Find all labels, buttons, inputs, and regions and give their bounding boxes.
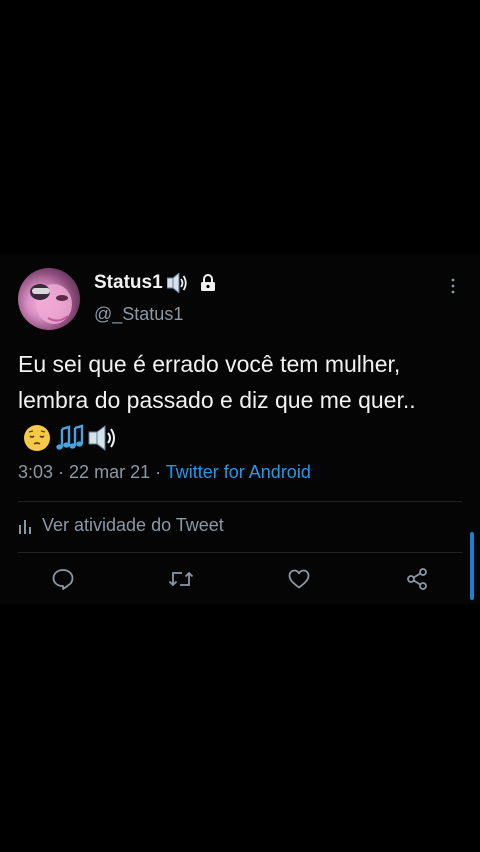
scrollbar[interactable] [470,532,474,600]
tweet-text: Eu sei que é errado você tem mulher, lem… [18,346,468,454]
tweet-source-link[interactable]: Twitter for Android [166,462,311,482]
like-icon [288,569,310,589]
share-icon [407,568,427,590]
view-tweet-activity-label: Ver atividade do Tweet [42,515,224,535]
view-tweet-activity-button[interactable]: Ver atividade do Tweet [18,515,224,536]
tweet-date: 22 mar 21 [69,462,151,482]
speaker-icon [166,273,187,293]
divider [18,501,462,502]
tweet-actions [0,566,480,596]
avatar-image [30,284,72,324]
like-button[interactable] [286,566,312,592]
more-options-button[interactable] [444,275,462,297]
retweet-button[interactable] [168,566,194,592]
meta-separator: · [53,462,70,482]
tweet-meta: 3:03 · 22 mar 21 · Twitter for Android [18,462,311,483]
tweet-emojis [22,423,120,453]
reply-button[interactable] [50,566,76,592]
meta-separator: · [150,462,166,482]
tweet-time: 3:03 [18,462,54,482]
bar-chart-icon [19,519,31,534]
display-name-row[interactable]: Status1 [94,272,217,294]
retweet-icon [168,571,194,587]
pensive-face-icon [24,424,50,451]
divider [18,552,462,553]
display-name[interactable]: Status1 [94,272,163,294]
tweet-text-body: Eu sei que é errado você tem mulher, lem… [18,351,416,413]
share-button[interactable] [404,566,430,592]
speaker-icon [88,424,115,451]
user-handle[interactable]: @_Status1 [94,304,183,325]
lock-icon [200,274,215,291]
more-vertical-icon [451,278,455,294]
reply-icon [52,569,74,590]
music-notes-icon [56,424,84,450]
avatar[interactable] [18,268,80,330]
